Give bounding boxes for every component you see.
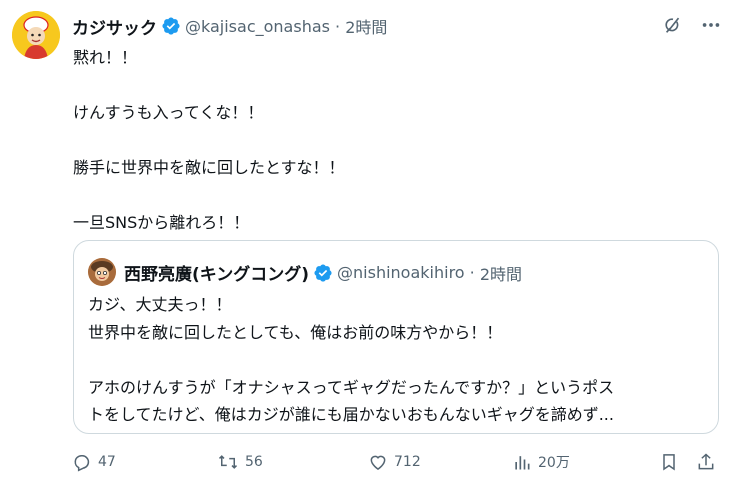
- post-line: 黙れ！！: [73, 48, 138, 67]
- views-icon: [515, 456, 530, 470]
- quoted-post-text: カジ、大丈夫っ！！ 世界中を敵に回したとしても、俺はお前の味方やから！！ アホの…: [88, 291, 708, 429]
- quoted-author-name: 西野亮廣(キングコング): [124, 265, 310, 285]
- bookmark-button[interactable]: [659, 452, 679, 472]
- separator-dot: ·: [329, 16, 346, 36]
- quoted-line: カジ、大丈夫っ！！: [88, 295, 232, 314]
- post-top-actions: [661, 13, 723, 37]
- quoted-author-avatar[interactable]: [88, 258, 116, 286]
- post-line: けんすうも入ってくな！！: [73, 103, 264, 122]
- quoted-line: アホのけんすうが「オナシャスってギャグだったんですか？」というポス: [88, 377, 615, 397]
- reply-count: 47: [98, 454, 116, 470]
- separator-dot: ·: [464, 263, 480, 282]
- quoted-line: 世界中を敵に回したとしても、俺はお前の味方やから！！: [88, 322, 503, 342]
- share-icon: [698, 453, 714, 470]
- post-text: 黙れ！！ けんすうも入ってくな！！ 勝手に世界中を敵に回したとすな！！ 一旦SN…: [73, 44, 723, 237]
- post-time[interactable]: 2時間: [345, 14, 387, 38]
- author-avatar[interactable]: [12, 11, 60, 59]
- verified-icon: [313, 263, 333, 283]
- reply-button[interactable]: 47: [72, 452, 116, 472]
- grok-icon[interactable]: [661, 13, 685, 37]
- quoted-line: [88, 346, 708, 374]
- more-icon[interactable]: [699, 13, 723, 37]
- post-line: 一旦SNSから離れろ！！: [73, 213, 250, 232]
- quoted-line: トをしてたけど、俺はカジが誰にも届かないおもんないギャグを諦めず...: [88, 405, 614, 424]
- author-handle[interactable]: @kajisac_onashas: [185, 17, 330, 36]
- author-name[interactable]: カジサック: [72, 14, 157, 39]
- post-line: [73, 182, 723, 210]
- repost-count: 56: [245, 454, 263, 470]
- post-line: [73, 72, 723, 100]
- view-count: 20万: [538, 455, 570, 471]
- views-button[interactable]: 20万: [512, 452, 570, 472]
- repost-icon: [218, 455, 238, 469]
- verified-icon: [161, 16, 181, 36]
- post-actions: 47 56 712 20万: [72, 452, 722, 478]
- post-line: [73, 127, 723, 155]
- quoted-post-header: 西野亮廣(キングコング) @nishinoakihiro · 2時間: [124, 260, 522, 285]
- quoted-author-handle: @nishinoakihiro: [337, 263, 465, 282]
- repost-button[interactable]: 56: [217, 452, 263, 472]
- post-header: カジサック @kajisac_onashas · 2時間: [72, 14, 387, 39]
- post-line: 勝手に世界中を敵に回したとすな！！: [73, 158, 345, 177]
- share-button[interactable]: [696, 452, 716, 472]
- like-count: 712: [394, 454, 421, 470]
- bookmark-icon: [663, 454, 675, 471]
- like-icon: [370, 455, 386, 470]
- quoted-post-time: 2時間: [479, 264, 523, 284]
- reply-icon: [74, 455, 90, 472]
- like-button[interactable]: 712: [368, 452, 421, 472]
- quoted-post[interactable]: 西野亮廣(キングコング) @nishinoakihiro · 2時間 カジ、大丈…: [73, 240, 719, 434]
